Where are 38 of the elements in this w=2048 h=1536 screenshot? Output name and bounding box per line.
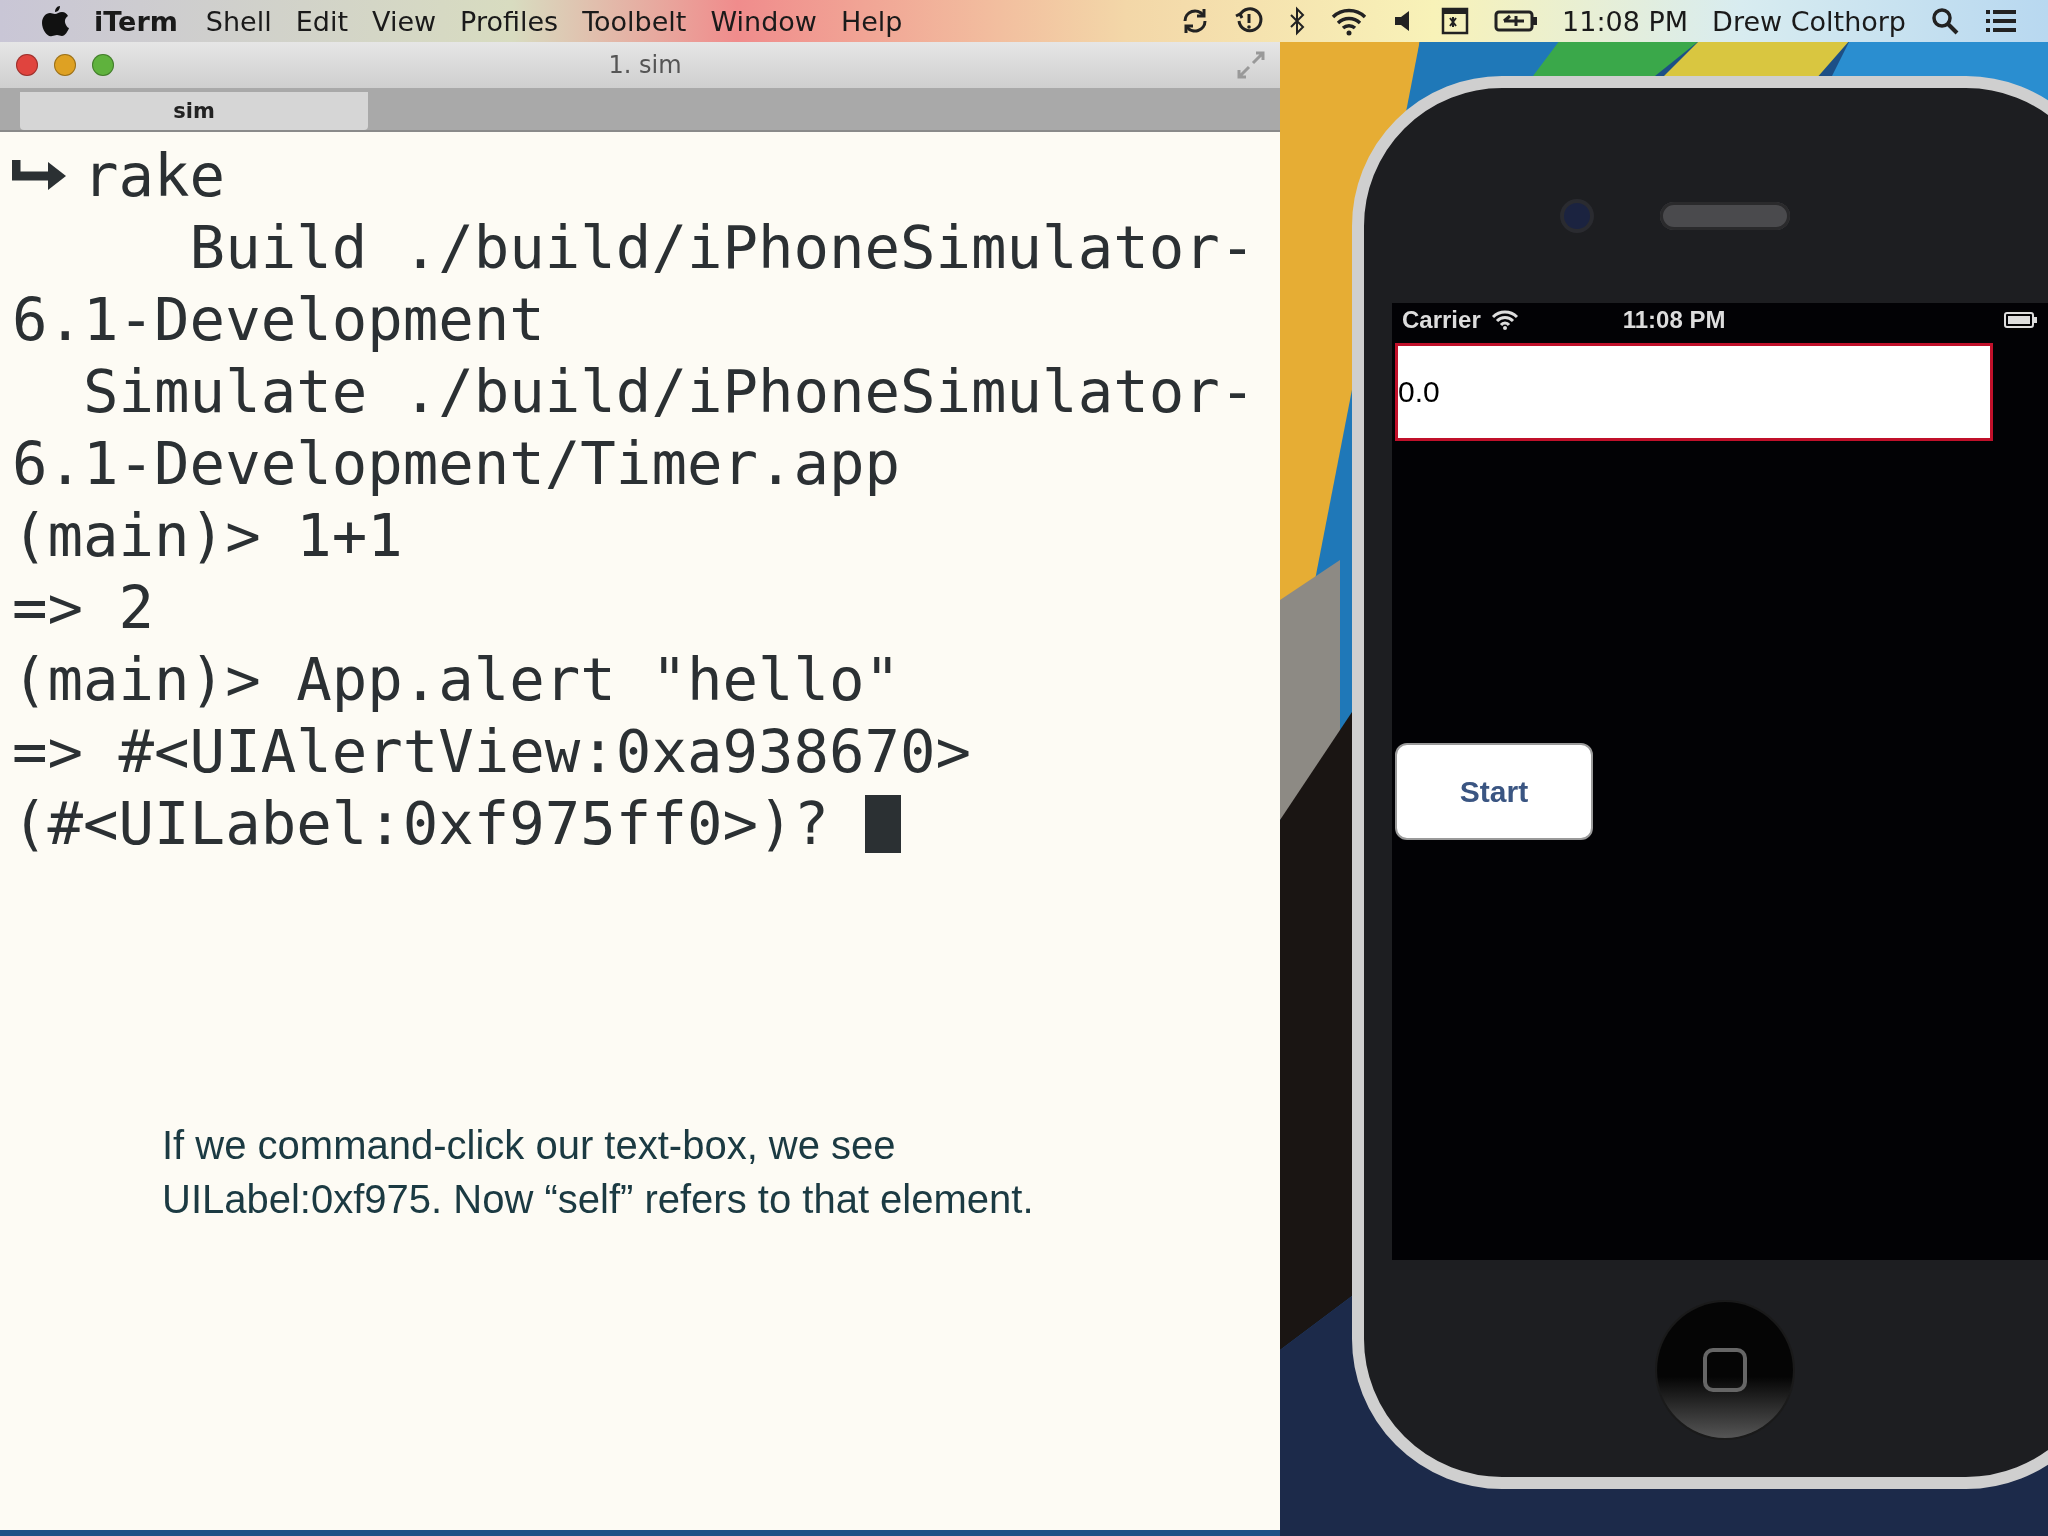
tab[interactable]: sim — [20, 92, 368, 130]
user-menu[interactable]: Drew Colthorp — [1712, 5, 1906, 37]
speaker-icon — [1660, 201, 1790, 230]
terminal-line: => #<UIAlertView:0xa938670> — [12, 716, 972, 788]
camera-icon — [1564, 202, 1590, 229]
zoom-button[interactable] — [92, 54, 114, 76]
caption-text: If we command-click our text-box, we see UILabel:0xf975. Now “self” refers to that element. — [162, 1122, 1035, 1223]
wifi-icon — [1490, 309, 1519, 331]
menu-item[interactable]: Profiles — [460, 5, 559, 37]
menu-clock[interactable]: 11:08 PM — [1562, 5, 1689, 37]
menu-item[interactable]: Shell — [205, 5, 272, 37]
terminal-line: Build ./build/iPhoneSimulator- — [188, 212, 1256, 284]
terminal-line: => 2 — [12, 572, 155, 644]
menu-item[interactable]: Help — [840, 5, 903, 37]
app-menu[interactable]: iTerm — [94, 5, 178, 37]
timer-label: 0.0 — [1395, 343, 1993, 441]
terminal-line: (#<UILabel:0xf975ff0>)? — [12, 788, 830, 860]
window-title: 1. sim — [607, 51, 683, 79]
close-button[interactable] — [16, 54, 38, 76]
bluetooth-icon[interactable] — [1288, 6, 1307, 36]
terminal-line: (main)> 1+1 — [12, 500, 403, 572]
minimize-button[interactable] — [54, 54, 76, 76]
terminal-line: 6.1-Development — [12, 284, 545, 356]
menu-item[interactable]: View — [372, 5, 437, 37]
terminal-line: rake — [83, 140, 226, 212]
start-button[interactable]: Start — [1395, 743, 1593, 840]
search-icon[interactable] — [1930, 6, 1960, 36]
wifi-icon[interactable] — [1330, 6, 1369, 36]
menu-item[interactable]: Window — [710, 5, 817, 37]
carrier-label: Carrier — [1402, 306, 1481, 334]
terminal-line: Simulate ./build/iPhoneSimulator- — [82, 356, 1256, 428]
terminal-line: 6.1-Development/Timer.app — [12, 428, 901, 500]
menu-item[interactable]: Toolbelt — [582, 5, 687, 37]
menu-item[interactable]: Edit — [295, 5, 349, 37]
apple-logo-icon[interactable] — [40, 4, 70, 38]
status-time: 11:08 PM — [1622, 306, 1726, 334]
battery-icon — [2004, 311, 2038, 329]
terminal-line: (main)> App.alert "hello" — [12, 644, 901, 716]
